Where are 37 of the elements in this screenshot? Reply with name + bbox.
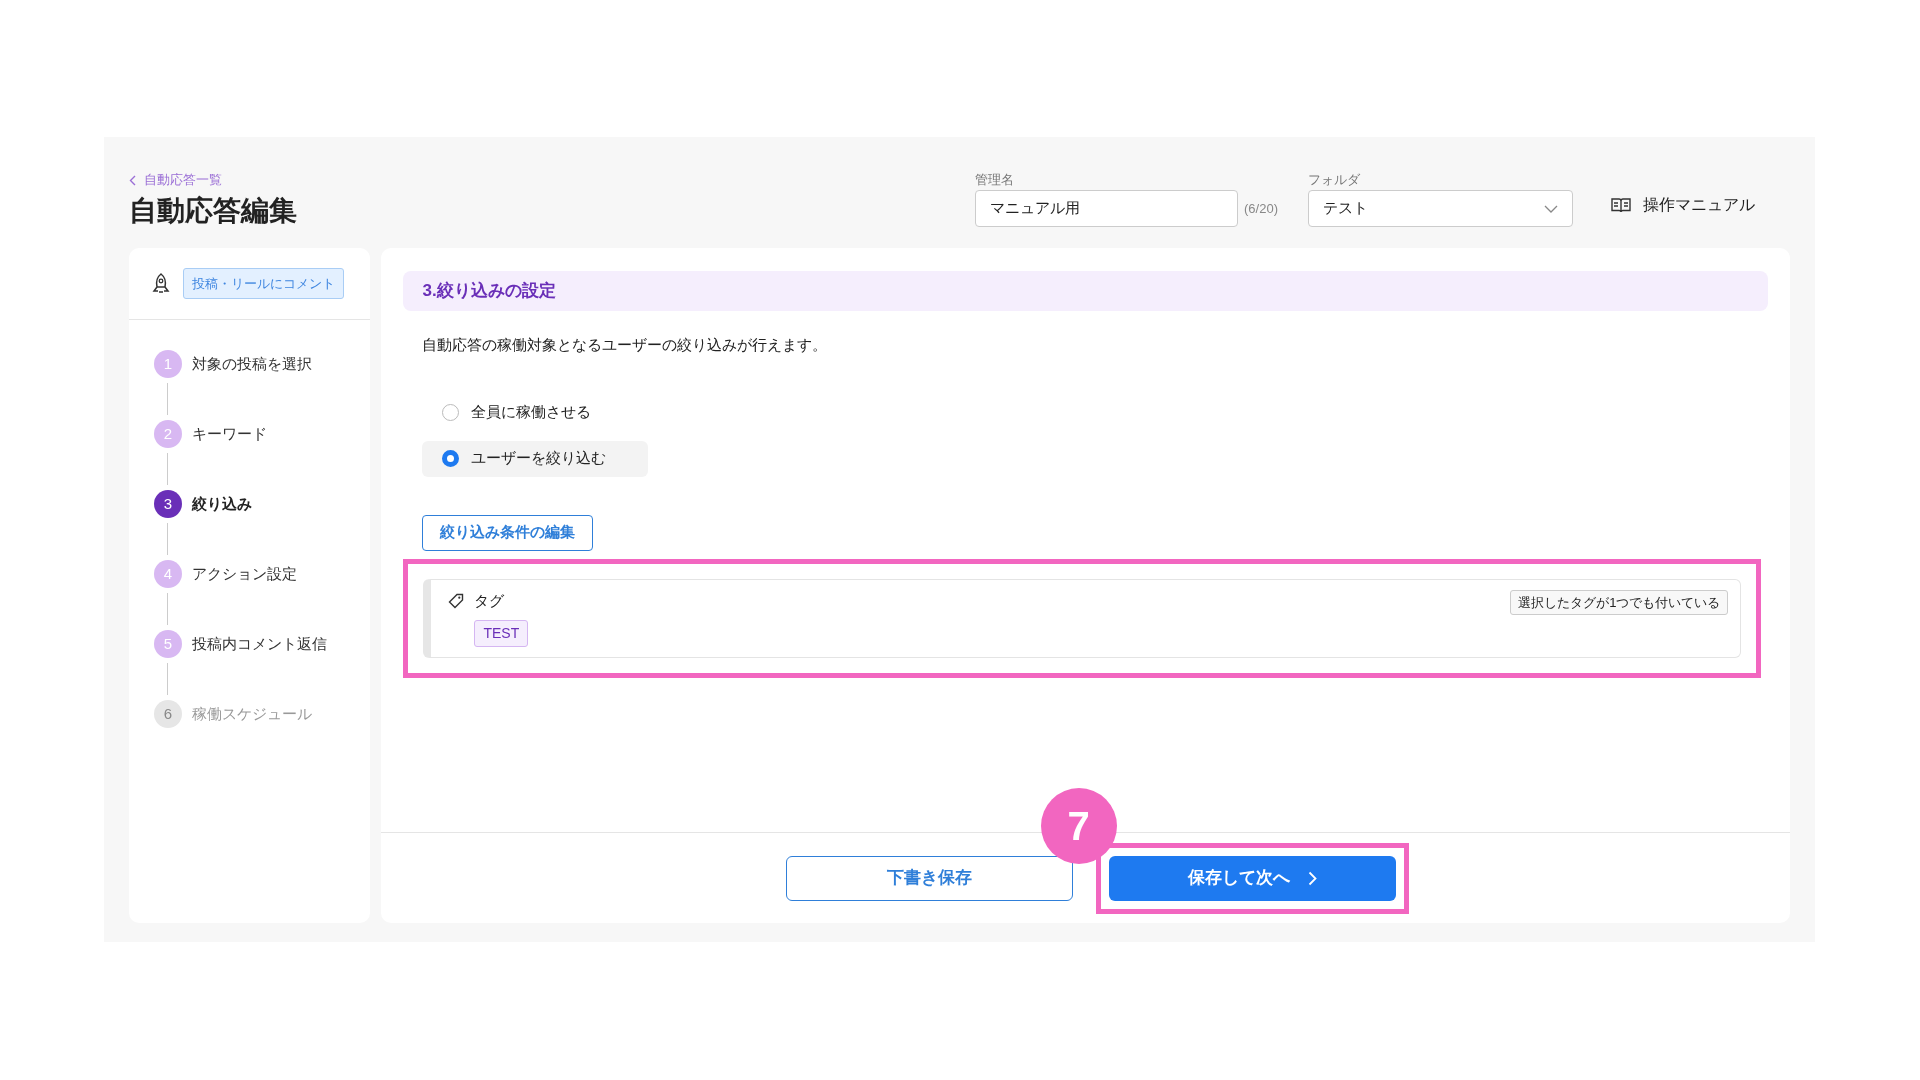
- trigger-badge: 投稿・リールにコメント: [183, 267, 344, 300]
- step-label[interactable]: 対象の投稿を選択: [192, 352, 312, 376]
- description-text: 自動応答の稼働対象となるユーザーの絞り込みが行えます。: [422, 335, 829, 355]
- chevron-down-icon: [1544, 204, 1558, 213]
- step-number: 5: [154, 630, 182, 658]
- book-icon: [1611, 197, 1631, 213]
- tag-icon: [448, 592, 465, 609]
- step-label[interactable]: キーワード: [192, 422, 267, 446]
- back-link[interactable]: 自動応答一覧: [129, 173, 297, 187]
- character-counter: (6/20): [1244, 199, 1278, 218]
- chevron-left-icon: [129, 174, 136, 186]
- field-label: 管理名: [975, 173, 1015, 187]
- field-label: フォルダ: [1308, 173, 1360, 187]
- step-number: 1: [154, 350, 182, 378]
- step-number: 2: [154, 420, 182, 448]
- step-label[interactable]: 絞り込み: [192, 492, 252, 516]
- step-number: 4: [154, 560, 182, 588]
- edit-conditions-button[interactable]: 絞り込み条件の編集: [422, 514, 594, 551]
- draft-save-button[interactable]: 下書き保存: [785, 855, 1073, 901]
- radio-option[interactable]: 全員に稼働させる: [422, 394, 649, 431]
- step-label[interactable]: 投稿内コメント返信: [192, 632, 327, 656]
- page-title: 自動応答編集: [129, 194, 297, 228]
- tag-chip: TEST: [474, 620, 529, 647]
- folder-select[interactable]: テスト: [1308, 190, 1573, 227]
- save-next-button[interactable]: 保存して次へ: [1108, 855, 1396, 901]
- condition-label: タグ: [474, 590, 505, 611]
- step-number: 6: [154, 700, 182, 728]
- chevron-right-icon: [1307, 870, 1317, 886]
- rocket-icon: [151, 271, 171, 296]
- step-annotation-badge: 7: [1040, 787, 1117, 864]
- step-label[interactable]: アクション設定: [192, 562, 297, 586]
- section-header: 3.絞り込みの設定: [403, 271, 1768, 311]
- match-rule-badge: 選択したタグが1つでも付いている: [1510, 589, 1729, 615]
- name-input-field[interactable]: マニュアル用: [975, 190, 1239, 227]
- manual-link[interactable]: 操作マニュアル: [1611, 193, 1755, 217]
- radio-option[interactable]: ユーザーを絞り込む: [422, 440, 649, 477]
- step-number: 3: [154, 490, 182, 518]
